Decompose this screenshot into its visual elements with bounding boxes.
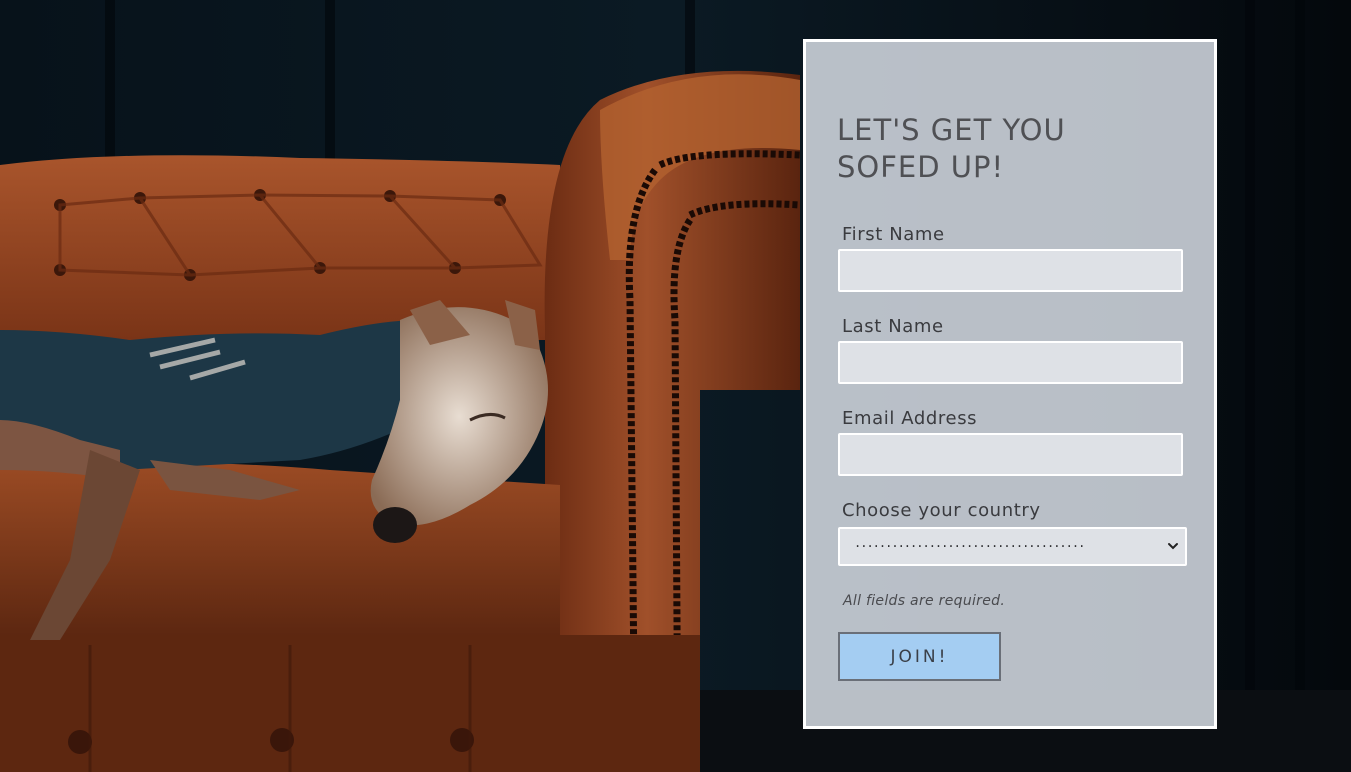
country-select[interactable]: ..................................... [838, 527, 1187, 566]
form-title-line-2: SOFED UP! [837, 150, 1005, 184]
first-name-label: First Name [842, 224, 945, 245]
signup-form-card: LET'S GET YOU SOFED UP! First Name Last … [803, 39, 1217, 729]
form-title: LET'S GET YOU SOFED UP! [837, 112, 1167, 186]
last-name-label: Last Name [842, 316, 944, 337]
required-fields-note: All fields are required. [843, 593, 1006, 609]
signup-page: LET'S GET YOU SOFED UP! First Name Last … [0, 0, 1351, 772]
country-label: Choose your country [842, 500, 1041, 521]
join-button[interactable]: JOIN! [838, 632, 1001, 681]
last-name-input[interactable] [838, 341, 1183, 384]
email-input[interactable] [838, 433, 1183, 476]
first-name-input[interactable] [838, 249, 1183, 292]
chevron-down-icon [1168, 543, 1178, 550]
form-title-line-1: LET'S GET YOU [837, 113, 1066, 147]
country-select-value: ..................................... [854, 536, 1085, 550]
email-label: Email Address [842, 408, 978, 429]
